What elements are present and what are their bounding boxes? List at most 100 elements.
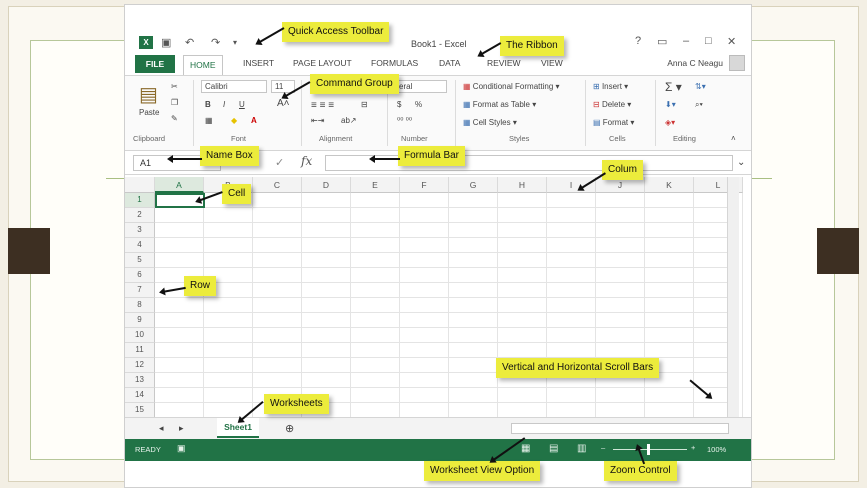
page-break-view-icon[interactable]: ▥ [577, 443, 586, 454]
sort-icon[interactable]: ⇅▾ [695, 82, 706, 91]
row-header[interactable]: 6 [125, 268, 155, 283]
grid-line [155, 267, 727, 268]
fill-color-icon[interactable]: ◆ [231, 116, 237, 125]
autosum-icon[interactable]: Σ ▾ [665, 80, 682, 94]
underline-button[interactable]: U [239, 100, 245, 109]
worksheet-grid[interactable]: ABCDEFGHIJKL123456789101112131415 [125, 177, 751, 418]
row-header[interactable]: 2 [125, 208, 155, 223]
tab-insert[interactable]: INSERT [243, 58, 274, 68]
user-name[interactable]: Anna C Neagu [667, 58, 723, 68]
row-header[interactable]: 4 [125, 238, 155, 253]
column-header[interactable]: H [498, 177, 547, 193]
row-header[interactable]: 15 [125, 403, 155, 418]
currency-button[interactable]: $ [397, 100, 401, 109]
undo-icon[interactable]: ↶ [185, 36, 194, 49]
minimize-icon[interactable]: – [683, 35, 689, 47]
help-icon[interactable]: ? [635, 35, 641, 47]
row-header[interactable]: 3 [125, 223, 155, 238]
delete-cells-button[interactable]: ⊟ Delete ▾ [593, 100, 631, 109]
enter-icon[interactable]: ✓ [275, 156, 284, 169]
collapse-ribbon-icon[interactable]: ˄ [731, 134, 736, 143]
maximize-icon[interactable]: □ [705, 35, 712, 47]
vertical-scrollbar[interactable] [727, 177, 739, 417]
save-icon[interactable]: ▣ [161, 36, 171, 49]
ribbon-options-icon[interactable]: ▭ [657, 35, 667, 48]
new-sheet-icon[interactable]: ⊕ [285, 422, 294, 435]
insert-cells-button[interactable]: ⊞ Insert ▾ [593, 82, 628, 91]
prev-sheet-icon[interactable]: ◂ [159, 423, 164, 434]
column-header[interactable]: C [253, 177, 302, 193]
row-header[interactable]: 8 [125, 298, 155, 313]
italic-button[interactable]: I [223, 100, 225, 109]
row-header[interactable]: 5 [125, 253, 155, 268]
insert-function-icon[interactable]: fx [301, 154, 312, 168]
cell-styles-button[interactable]: ▦ Cell Styles ▾ [463, 118, 517, 127]
row-header[interactable]: 1 [125, 193, 155, 208]
callout-scroll-bars: Vertical and Horizontal Scroll Bars [496, 358, 660, 378]
grid-line [595, 193, 596, 417]
macro-record-icon[interactable]: ▣ [177, 443, 186, 454]
cut-icon[interactable]: ✂ [171, 82, 178, 91]
column-header[interactable]: I [547, 177, 596, 193]
indent-icon[interactable]: ⇤⇥ [311, 116, 324, 125]
paste-button[interactable]: Paste [139, 108, 159, 117]
orientation-icon[interactable]: ab↗ [341, 116, 357, 125]
bold-button[interactable]: B [205, 100, 211, 109]
normal-view-icon[interactable]: ▦ [521, 443, 530, 454]
row-header[interactable]: 14 [125, 388, 155, 403]
format-as-table-button[interactable]: ▦ Format as Table ▾ [463, 100, 536, 109]
row-header[interactable]: 9 [125, 313, 155, 328]
paste-icon[interactable]: ▤ [139, 82, 158, 107]
decimal-icon[interactable]: ⁰⁰ ⁰⁰ [397, 116, 412, 125]
row-header[interactable]: 7 [125, 283, 155, 298]
column-header[interactable]: G [449, 177, 498, 193]
next-sheet-icon[interactable]: ▸ [179, 423, 184, 434]
page-layout-view-icon[interactable]: ▤ [549, 443, 558, 454]
row-header[interactable]: 13 [125, 373, 155, 388]
merge-icon[interactable]: ⊟ [361, 100, 368, 109]
redo-icon[interactable]: ↷ [211, 36, 220, 49]
callout-quick-access-toolbar: Quick Access Toolbar [282, 22, 390, 42]
column-header[interactable]: F [400, 177, 449, 193]
tab-formulas[interactable]: FORMULAS [371, 58, 418, 68]
tab-home[interactable]: HOME [183, 55, 223, 75]
format-painter-icon[interactable]: ✎ [171, 114, 178, 123]
font-name-select[interactable]: Calibri [201, 80, 267, 93]
find-icon[interactable]: ⌕▾ [695, 100, 703, 110]
align-icon[interactable]: ≡ ≡ ≡ [311, 100, 334, 111]
column-header[interactable]: D [302, 177, 351, 193]
tab-review[interactable]: REVIEW [487, 58, 521, 68]
zoom-slider[interactable] [613, 449, 687, 450]
expand-formula-icon[interactable]: ⌄ [737, 157, 745, 168]
copy-icon[interactable]: ❐ [171, 98, 178, 107]
clear-icon[interactable]: ◈▾ [665, 118, 675, 127]
number-format-select[interactable]: eral [395, 80, 447, 93]
borders-icon[interactable]: ▦ [205, 116, 213, 125]
tab-file[interactable]: FILE [135, 55, 175, 73]
horizontal-scrollbar[interactable] [511, 423, 729, 434]
column-header[interactable]: K [645, 177, 694, 193]
select-all-corner[interactable] [125, 177, 155, 193]
tab-page-layout[interactable]: PAGE LAYOUT [293, 58, 352, 68]
tab-view[interactable]: VIEW [541, 58, 563, 68]
excel-logo-icon: X [139, 36, 153, 49]
zoom-slider-thumb[interactable] [647, 444, 650, 455]
grid-line [155, 387, 727, 388]
conditional-formatting-button[interactable]: ▦ Conditional Formatting ▾ [463, 82, 560, 91]
fill-icon[interactable]: ⬇▾ [665, 100, 676, 109]
row-header[interactable]: 12 [125, 358, 155, 373]
column-header[interactable]: E [351, 177, 400, 193]
customize-icon[interactable]: ▾ [233, 38, 237, 47]
format-cells-button[interactable]: ▤ Format ▾ [593, 118, 634, 127]
row-header[interactable]: 10 [125, 328, 155, 343]
column-header[interactable]: A [155, 177, 204, 193]
zoom-in-icon[interactable]: + [691, 443, 695, 452]
zoom-level[interactable]: 100% [707, 445, 726, 454]
avatar[interactable] [729, 55, 745, 71]
percent-button[interactable]: % [415, 100, 422, 109]
font-color-icon[interactable]: A [251, 116, 257, 125]
tab-data[interactable]: DATA [439, 58, 460, 68]
close-icon[interactable]: ✕ [727, 35, 736, 48]
zoom-out-icon[interactable]: – [601, 443, 605, 452]
row-header[interactable]: 11 [125, 343, 155, 358]
